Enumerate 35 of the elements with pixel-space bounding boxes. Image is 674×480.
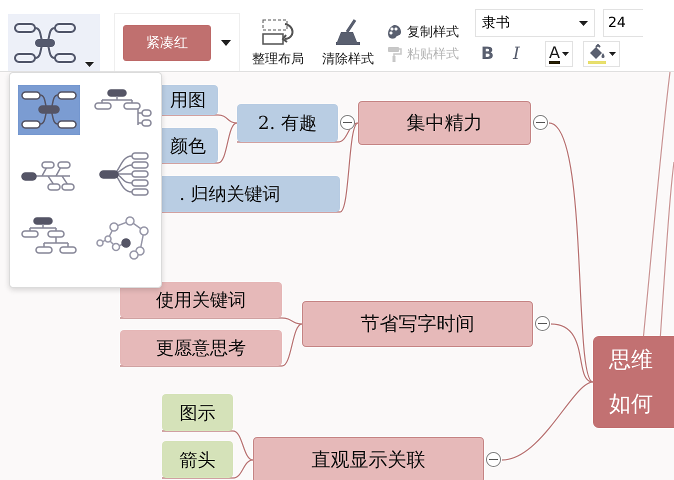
collapse-toggle[interactable] bbox=[535, 316, 550, 331]
collapse-toggle[interactable] bbox=[533, 115, 548, 130]
topic-node[interactable]: 集中精力 bbox=[358, 101, 531, 145]
caret-icon bbox=[562, 52, 569, 56]
caret-icon[interactable] bbox=[221, 40, 231, 46]
caret-icon bbox=[608, 52, 616, 56]
layout-button[interactable] bbox=[8, 14, 100, 71]
paint-roller-icon bbox=[386, 46, 402, 62]
broom-icon bbox=[333, 18, 363, 46]
subtopic-node[interactable]: 图示 bbox=[162, 394, 233, 431]
clear-style-button[interactable]: 清除样式 bbox=[316, 14, 380, 71]
theme-button[interactable]: 紧凑红 bbox=[123, 24, 211, 60]
font-select[interactable]: 隶书 bbox=[475, 9, 595, 37]
root-node[interactable]: 思维 如何 bbox=[593, 336, 674, 428]
subtopic-node[interactable]: 使用关键词 bbox=[120, 282, 282, 318]
arrange-layout-button[interactable]: 整理布局 bbox=[246, 14, 310, 71]
bold-button[interactable]: B bbox=[481, 41, 503, 67]
font-color-letter: A bbox=[549, 44, 560, 64]
arrange-layout-icon bbox=[261, 18, 295, 46]
font-color-button[interactable]: A bbox=[545, 41, 573, 67]
copy-style-button[interactable]: 复制样式 bbox=[386, 22, 459, 40]
caret-icon bbox=[579, 20, 588, 26]
palette-icon bbox=[386, 24, 402, 40]
topic-node[interactable]: 直观显示关联 bbox=[253, 437, 484, 480]
italic-button[interactable]: I bbox=[513, 41, 535, 67]
collapse-toggle[interactable] bbox=[486, 452, 501, 467]
subtopic-node[interactable]: 更愿意思考 bbox=[120, 330, 282, 366]
layout-option[interactable] bbox=[18, 85, 80, 135]
caret-icon bbox=[85, 62, 94, 67]
font-size-field[interactable]: 24 bbox=[603, 9, 643, 37]
subtopic-node[interactable]: 箭头 bbox=[162, 441, 233, 478]
fill-color-button[interactable] bbox=[582, 41, 620, 67]
subtopic-node[interactable]: 2. 有趣 bbox=[237, 104, 338, 142]
collapse-toggle[interactable] bbox=[340, 115, 355, 130]
topic-node[interactable]: 节省写字时间 bbox=[302, 301, 533, 347]
